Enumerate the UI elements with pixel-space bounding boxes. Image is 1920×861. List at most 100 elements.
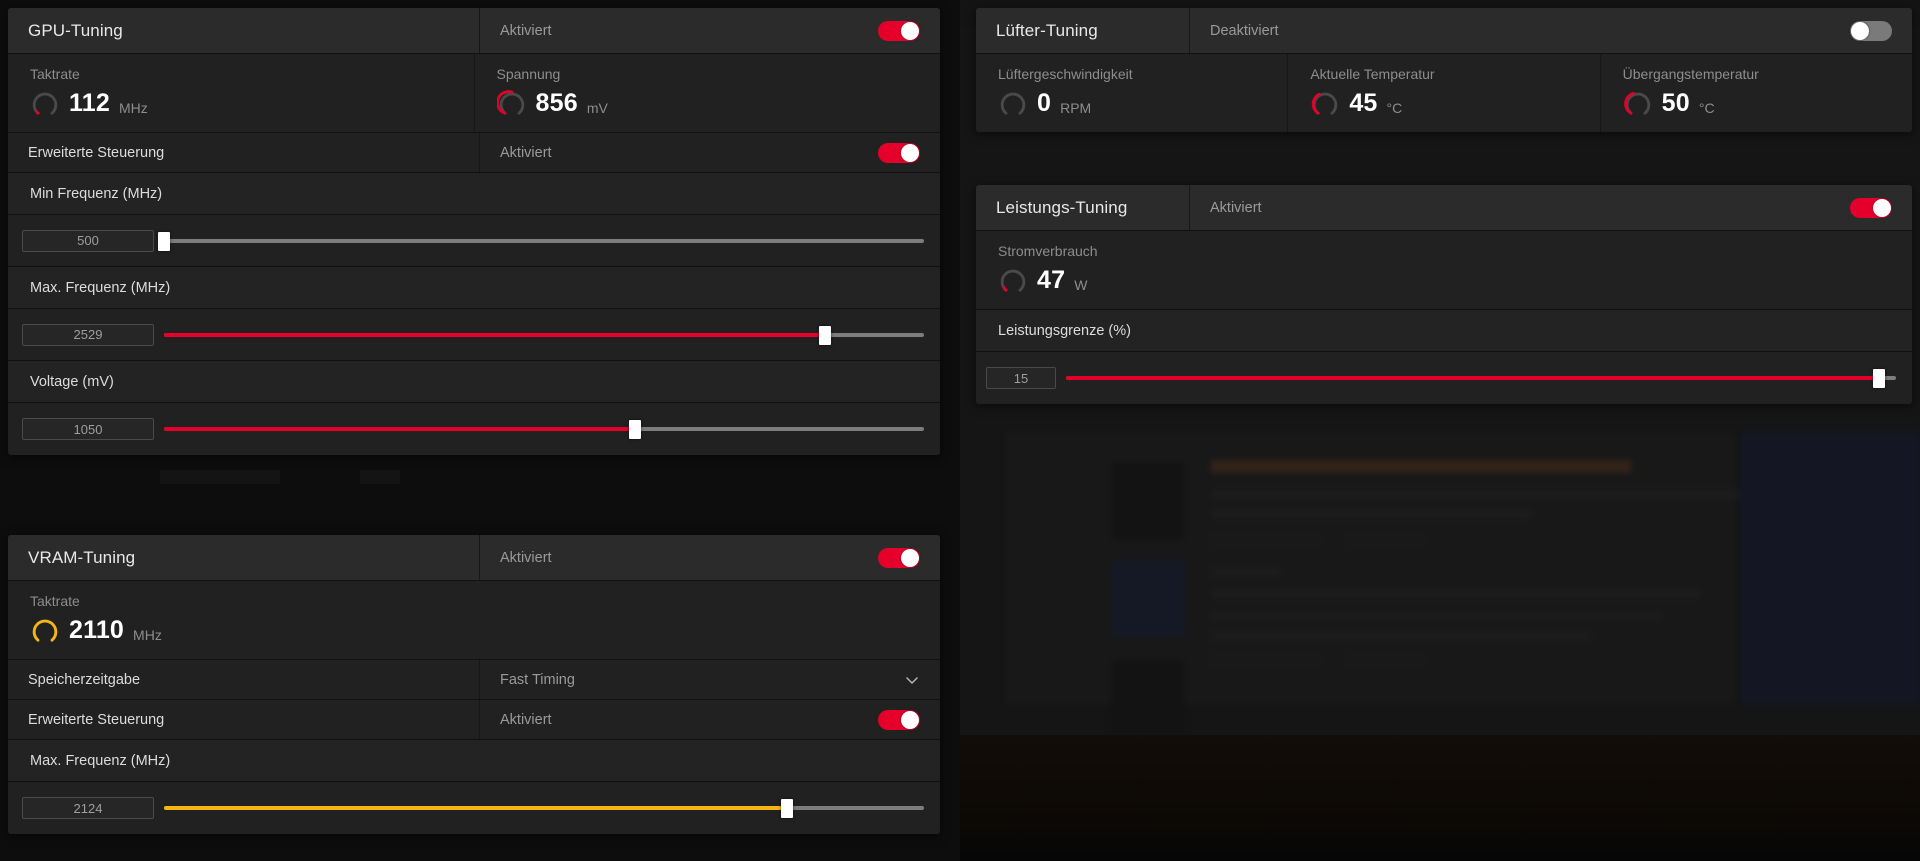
vram-max-freq-slider-row: 2124: [8, 782, 940, 834]
fan-metric-speed-value: 0: [1037, 88, 1052, 117]
fan-metric-current-temp-unit: °C: [1386, 100, 1403, 116]
fan-metric-target-temp-unit: °C: [1698, 100, 1715, 116]
vram-advanced-label-cell: Erweiterte Steuerung: [8, 700, 480, 739]
vram-metrics-row: Taktrate 2110 MHz: [8, 581, 940, 660]
power-header-control-cell: Aktiviert: [1190, 185, 1912, 230]
gpu-voltage-slider-row: 1050: [8, 403, 940, 455]
gauge-icon: [32, 619, 58, 642]
fan-enabled-label: Deaktiviert: [1210, 22, 1279, 39]
fan-metrics-row: Lüftergeschwindigkeit 0 RPM Aktuelle Tem…: [976, 54, 1912, 132]
gpu-panel-title: GPU-Tuning: [28, 20, 123, 40]
background-thumbnail: [1111, 560, 1185, 638]
gpu-title-cell: GPU-Tuning: [8, 8, 480, 53]
gpu-max-freq-label-row: Max. Frequenz (MHz): [8, 267, 940, 309]
gauge-icon: [496, 90, 524, 115]
power-limit-value[interactable]: 15: [986, 367, 1056, 389]
power-enable-toggle[interactable]: [1850, 197, 1892, 218]
fan-panel-title: Lüfter-Tuning: [996, 20, 1098, 40]
fan-metric-current-temp: Aktuelle Temperatur 45 °C: [1288, 54, 1601, 132]
fan-header-control-cell: Deaktiviert: [1190, 8, 1912, 53]
gpu-advanced-label-cell: Erweiterte Steuerung: [8, 133, 480, 172]
vram-panel-title: VRAM-Tuning: [28, 547, 136, 567]
vram-advanced-label: Erweiterte Steuerung: [28, 711, 165, 728]
power-metric-consumption-value: 47: [1037, 265, 1066, 294]
power-panel-title: Leistungs-Tuning: [996, 197, 1128, 217]
vram-timing-row[interactable]: Speicherzeitgabe Fast Timing: [8, 660, 940, 700]
fan-metric-current-temp-label: Aktuelle Temperatur: [1310, 66, 1435, 82]
fan-header-row: Lüfter-Tuning Deaktiviert: [976, 8, 1912, 54]
background-bottom-glow: [960, 735, 1920, 861]
vram-title-cell: VRAM-Tuning: [8, 535, 480, 580]
gpu-metric-clock: Taktrate 112 MHz: [8, 54, 475, 132]
panel-vram-tuning: VRAM-Tuning Aktiviert Taktrate 2110 MHz: [8, 535, 940, 834]
vram-advanced-toggle[interactable]: [878, 709, 920, 730]
background-tag: [1346, 654, 1426, 668]
chevron-down-icon[interactable]: [904, 672, 920, 688]
gpu-advanced-row: Erweiterte Steuerung Aktiviert: [8, 133, 940, 173]
background-text-line: [1211, 612, 1661, 620]
gpu-max-freq-slider-row: 2529: [8, 309, 940, 361]
vram-metric-clock-unit: MHz: [133, 627, 162, 643]
gpu-min-freq-label: Min Frequenz (MHz): [30, 185, 163, 202]
slider-fill: [164, 332, 826, 337]
power-metrics-row: Stromverbrauch 47 W: [976, 231, 1912, 310]
gpu-voltage-slider[interactable]: [164, 418, 924, 440]
gauge-icon: [1623, 91, 1650, 115]
background-text-line: [1211, 510, 1531, 518]
toggle-knob: [1873, 198, 1891, 217]
toggle-knob: [901, 143, 919, 162]
background-side-column: [1740, 432, 1920, 704]
gpu-enabled-label: Aktiviert: [500, 22, 552, 39]
slider-thumb[interactable]: [1873, 369, 1886, 388]
vram-max-freq-value[interactable]: 2124: [22, 797, 154, 819]
vram-enabled-label: Aktiviert: [500, 549, 552, 566]
slider-fill: [1066, 376, 1880, 380]
gpu-voltage-label: Voltage (mV): [30, 373, 114, 390]
gpu-min-freq-value[interactable]: 500: [22, 229, 154, 252]
slider-track: [164, 238, 924, 243]
slider-thumb[interactable]: [629, 420, 642, 439]
gpu-metrics-row: Taktrate 112 MHz Spannung 856 mV: [8, 54, 940, 133]
tuning-overlay-screen: GPU-Tuning Aktiviert Taktrate 112 MHz Sp…: [0, 0, 1920, 861]
background-text-line: [1211, 568, 1281, 576]
slider-thumb[interactable]: [819, 325, 832, 345]
slider-thumb[interactable]: [781, 799, 794, 818]
fan-enable-toggle[interactable]: [1850, 20, 1892, 41]
vram-enable-toggle[interactable]: [878, 547, 920, 568]
gpu-max-freq-value[interactable]: 2529: [22, 323, 154, 346]
power-metric-consumption: Stromverbrauch 47 W: [976, 231, 1912, 309]
fan-metric-target-temp: Übergangstemperatur 50 °C: [1601, 54, 1912, 132]
vram-timing-dropdown[interactable]: Fast Timing: [480, 660, 940, 699]
gauge-icon: [1000, 92, 1026, 115]
fan-metric-speed-label: Lüftergeschwindigkeit: [998, 66, 1133, 82]
gauge-icon: [1000, 269, 1026, 292]
gpu-metric-clock-value: 112: [69, 88, 110, 117]
gpu-metric-clock-label: Taktrate: [30, 66, 80, 82]
power-limit-slider-row: 15: [976, 352, 1912, 404]
background-thumbnail: [1111, 462, 1185, 540]
gpu-enable-toggle[interactable]: [878, 20, 920, 41]
gpu-min-freq-slider[interactable]: [158, 230, 924, 252]
gauge-icon: [32, 92, 58, 115]
gpu-advanced-toggle[interactable]: [878, 142, 920, 163]
fan-metric-speed: Lüftergeschwindigkeit 0 RPM: [976, 54, 1289, 132]
panel-gpu-tuning: GPU-Tuning Aktiviert Taktrate 112 MHz Sp…: [8, 8, 940, 455]
gpu-metric-voltage-label: Spannung: [496, 66, 561, 82]
gpu-max-freq-label: Max. Frequenz (MHz): [30, 279, 171, 296]
vram-metric-clock-value: 2110: [69, 615, 125, 644]
background-thumbnail: [1111, 660, 1185, 738]
power-limit-label-row: Leistungsgrenze (%): [976, 310, 1912, 352]
vram-max-freq-slider[interactable]: [164, 797, 924, 819]
background-article-area: [1006, 432, 1741, 738]
gpu-advanced-state: Aktiviert: [500, 144, 552, 161]
vram-advanced-row: Erweiterte Steuerung Aktiviert: [8, 700, 940, 740]
power-limit-slider[interactable]: [1066, 367, 1896, 389]
background-tag: [1211, 654, 1321, 668]
slider-thumb[interactable]: [158, 231, 170, 251]
gpu-voltage-value[interactable]: 1050: [22, 418, 154, 440]
vram-max-freq-label-row: Max. Frequenz (MHz): [8, 740, 940, 782]
gauge-icon: [1312, 92, 1338, 115]
gpu-max-freq-slider[interactable]: [164, 324, 924, 346]
panel-power-tuning: Leistungs-Tuning Aktiviert Stromverbrauc…: [976, 185, 1912, 404]
vram-advanced-state: Aktiviert: [500, 711, 552, 728]
